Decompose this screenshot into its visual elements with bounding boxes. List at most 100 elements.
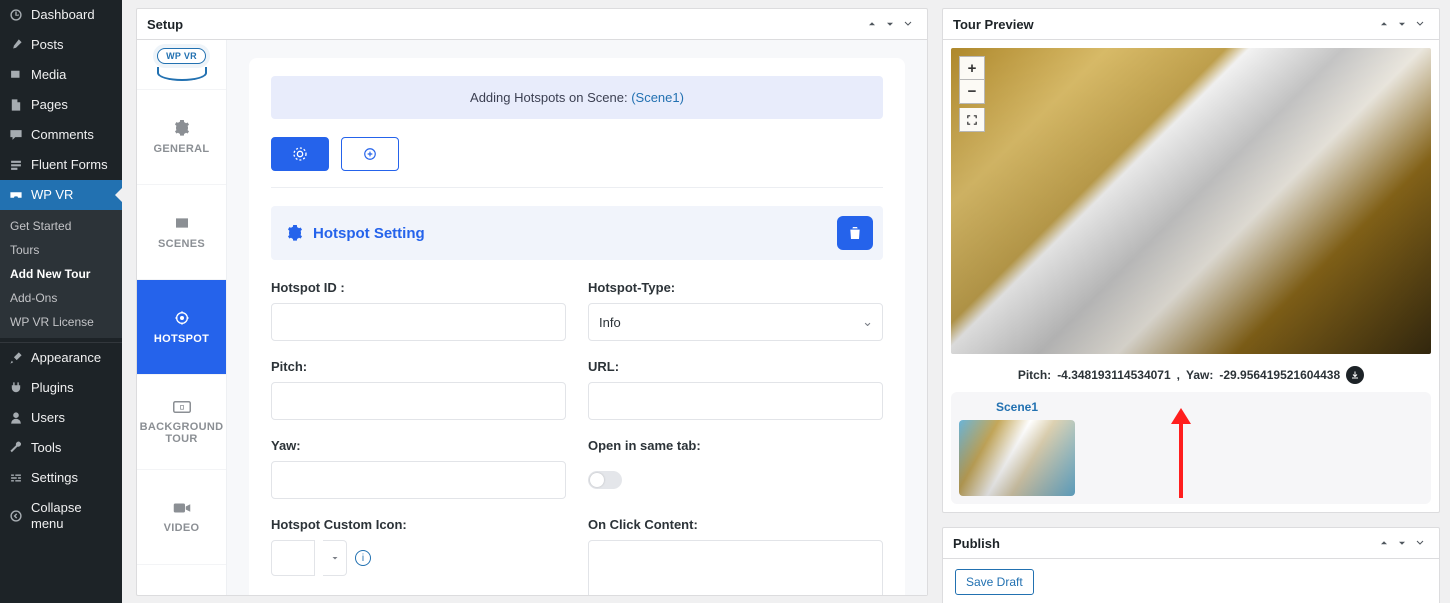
plug-icon: [8, 380, 24, 396]
menu-users[interactable]: Users: [0, 403, 122, 433]
menu-pages[interactable]: Pages: [0, 90, 122, 120]
panel-title: Publish: [953, 536, 1000, 551]
label-pitch: Pitch:: [271, 359, 566, 374]
submenu-get-started[interactable]: Get Started: [0, 214, 122, 238]
tab-label: GENERAL: [154, 143, 210, 155]
menu-label: Plugins: [31, 380, 74, 396]
menu-posts[interactable]: Posts: [0, 30, 122, 60]
panel-toggle-icon[interactable]: [1411, 15, 1429, 33]
hotspot-target-button[interactable]: [271, 137, 329, 171]
menu-tools[interactable]: Tools: [0, 433, 122, 463]
menu-settings[interactable]: Settings: [0, 463, 122, 493]
setup-tab-brand: WP VR: [137, 40, 226, 90]
panel-publish: Publish Save Draft 📌 Status: Draft Edit: [942, 527, 1440, 603]
scene-thumb-scene1[interactable]: Scene1: [959, 400, 1075, 496]
setup-tabs: WP VR GENERAL SCENES: [137, 40, 227, 595]
sliders-icon: [8, 470, 24, 486]
menu-label: Users: [31, 410, 65, 426]
field-hotspot-id: Hotspot ID :: [271, 280, 566, 341]
menu-label: Dashboard: [31, 7, 95, 23]
gear-icon: [287, 225, 303, 241]
toggle-open-same-tab[interactable]: [588, 471, 622, 489]
brush-icon: [8, 350, 24, 366]
menu-wp-vr[interactable]: WP VR: [0, 180, 122, 210]
wpvr-logo: WP VR: [157, 48, 206, 64]
input-hotspot-id[interactable]: [271, 303, 566, 341]
label-hotspot-type: Hotspot-Type:: [588, 280, 883, 295]
wp-admin-sidebar: Dashboard Posts Media Pages Comments Flu…: [0, 0, 122, 603]
menu-appearance[interactable]: Appearance: [0, 343, 122, 373]
tab-label: BACKGROUND TOUR: [137, 421, 226, 445]
setup-tab-background-tour[interactable]: BACKGROUND TOUR: [137, 375, 226, 470]
panel-down-icon[interactable]: [1393, 534, 1411, 552]
setup-tab-video[interactable]: VIDEO: [137, 470, 226, 565]
fullscreen-button[interactable]: [959, 108, 985, 132]
menu-label: Posts: [31, 37, 64, 53]
dashboard-icon: [8, 7, 24, 23]
panel-publish-head: Publish: [943, 528, 1439, 559]
pin-icon: [8, 37, 24, 53]
menu-label: WP VR: [31, 187, 73, 203]
delete-hotspot-button[interactable]: [837, 216, 873, 250]
comment-icon: [8, 127, 24, 143]
info-icon[interactable]: i: [355, 550, 371, 566]
banner-scene-link[interactable]: (Scene1): [631, 90, 684, 105]
menu-dashboard[interactable]: Dashboard: [0, 0, 122, 30]
scene-thumbnails: Scene1: [951, 392, 1431, 504]
menu-label: Pages: [31, 97, 68, 113]
panel-down-icon[interactable]: [1393, 15, 1411, 33]
zoom-in-button[interactable]: +: [959, 56, 985, 80]
download-coords-button[interactable]: [1346, 366, 1364, 384]
yaw-value: -29.956419521604438: [1219, 368, 1340, 382]
menu-collapse[interactable]: Collapse menu: [0, 493, 122, 538]
submenu-addons[interactable]: Add-Ons: [0, 286, 122, 310]
input-pitch[interactable]: [271, 382, 566, 420]
submenu-wp-vr: Get Started Tours Add New Tour Add-Ons W…: [0, 210, 122, 338]
panel-title: Tour Preview: [953, 17, 1034, 32]
panel-toggle-icon[interactable]: [899, 15, 917, 33]
menu-label: Collapse menu: [31, 500, 114, 531]
menu-plugins[interactable]: Plugins: [0, 373, 122, 403]
label-custom-icon: Hotspot Custom Icon:: [271, 517, 566, 532]
field-url: URL:: [588, 359, 883, 420]
menu-fluent-forms[interactable]: Fluent Forms: [0, 150, 122, 180]
menu-comments[interactable]: Comments: [0, 120, 122, 150]
setup-tab-general[interactable]: GENERAL: [137, 90, 226, 185]
input-url[interactable]: [588, 382, 883, 420]
panel-up-icon[interactable]: [1375, 15, 1393, 33]
panel-up-icon[interactable]: [863, 15, 881, 33]
field-open-same-tab: Open in same tab:: [588, 438, 883, 499]
panel-toggle-icon[interactable]: [1411, 534, 1429, 552]
label-open-same-tab: Open in same tab:: [588, 438, 883, 453]
tab-label: HOTSPOT: [154, 333, 209, 345]
icon-dropdown-button[interactable]: [323, 540, 347, 576]
field-onclick: On Click Content:: [588, 517, 883, 595]
thumb-label: Scene1: [959, 400, 1075, 414]
form-icon: [8, 157, 24, 173]
panel-setup: Setup WP VR GENERA: [136, 8, 928, 596]
submenu-license[interactable]: WP VR License: [0, 310, 122, 334]
menu-label: Fluent Forms: [31, 157, 108, 173]
setup-tab-hotspot[interactable]: HOTSPOT: [137, 280, 226, 375]
save-draft-button[interactable]: Save Draft: [955, 569, 1034, 595]
add-hotspot-button[interactable]: [341, 137, 399, 171]
collapse-icon: [8, 508, 24, 524]
scene-banner: Adding Hotspots on Scene: (Scene1): [271, 76, 883, 119]
select-hotspot-type[interactable]: [588, 303, 883, 341]
input-yaw[interactable]: [271, 461, 566, 499]
setup-content: Adding Hotspots on Scene: (Scene1): [227, 40, 927, 595]
submenu-tours[interactable]: Tours: [0, 238, 122, 262]
pitch-value: -4.348193114534071: [1057, 368, 1170, 382]
submenu-add-new-tour[interactable]: Add New Tour: [0, 262, 122, 286]
panel-down-icon[interactable]: [881, 15, 899, 33]
panel-up-icon[interactable]: [1375, 534, 1393, 552]
panorama-viewer[interactable]: + −: [951, 48, 1431, 354]
section-title: Hotspot Setting: [313, 225, 425, 242]
panel-tour-preview: Tour Preview + −: [942, 8, 1440, 513]
menu-media[interactable]: Media: [0, 60, 122, 90]
panel-setup-head: Setup: [137, 9, 927, 40]
panel-preview-head: Tour Preview: [943, 9, 1439, 40]
setup-tab-scenes[interactable]: SCENES: [137, 185, 226, 280]
zoom-out-button[interactable]: −: [959, 80, 985, 104]
input-onclick[interactable]: [588, 540, 883, 595]
